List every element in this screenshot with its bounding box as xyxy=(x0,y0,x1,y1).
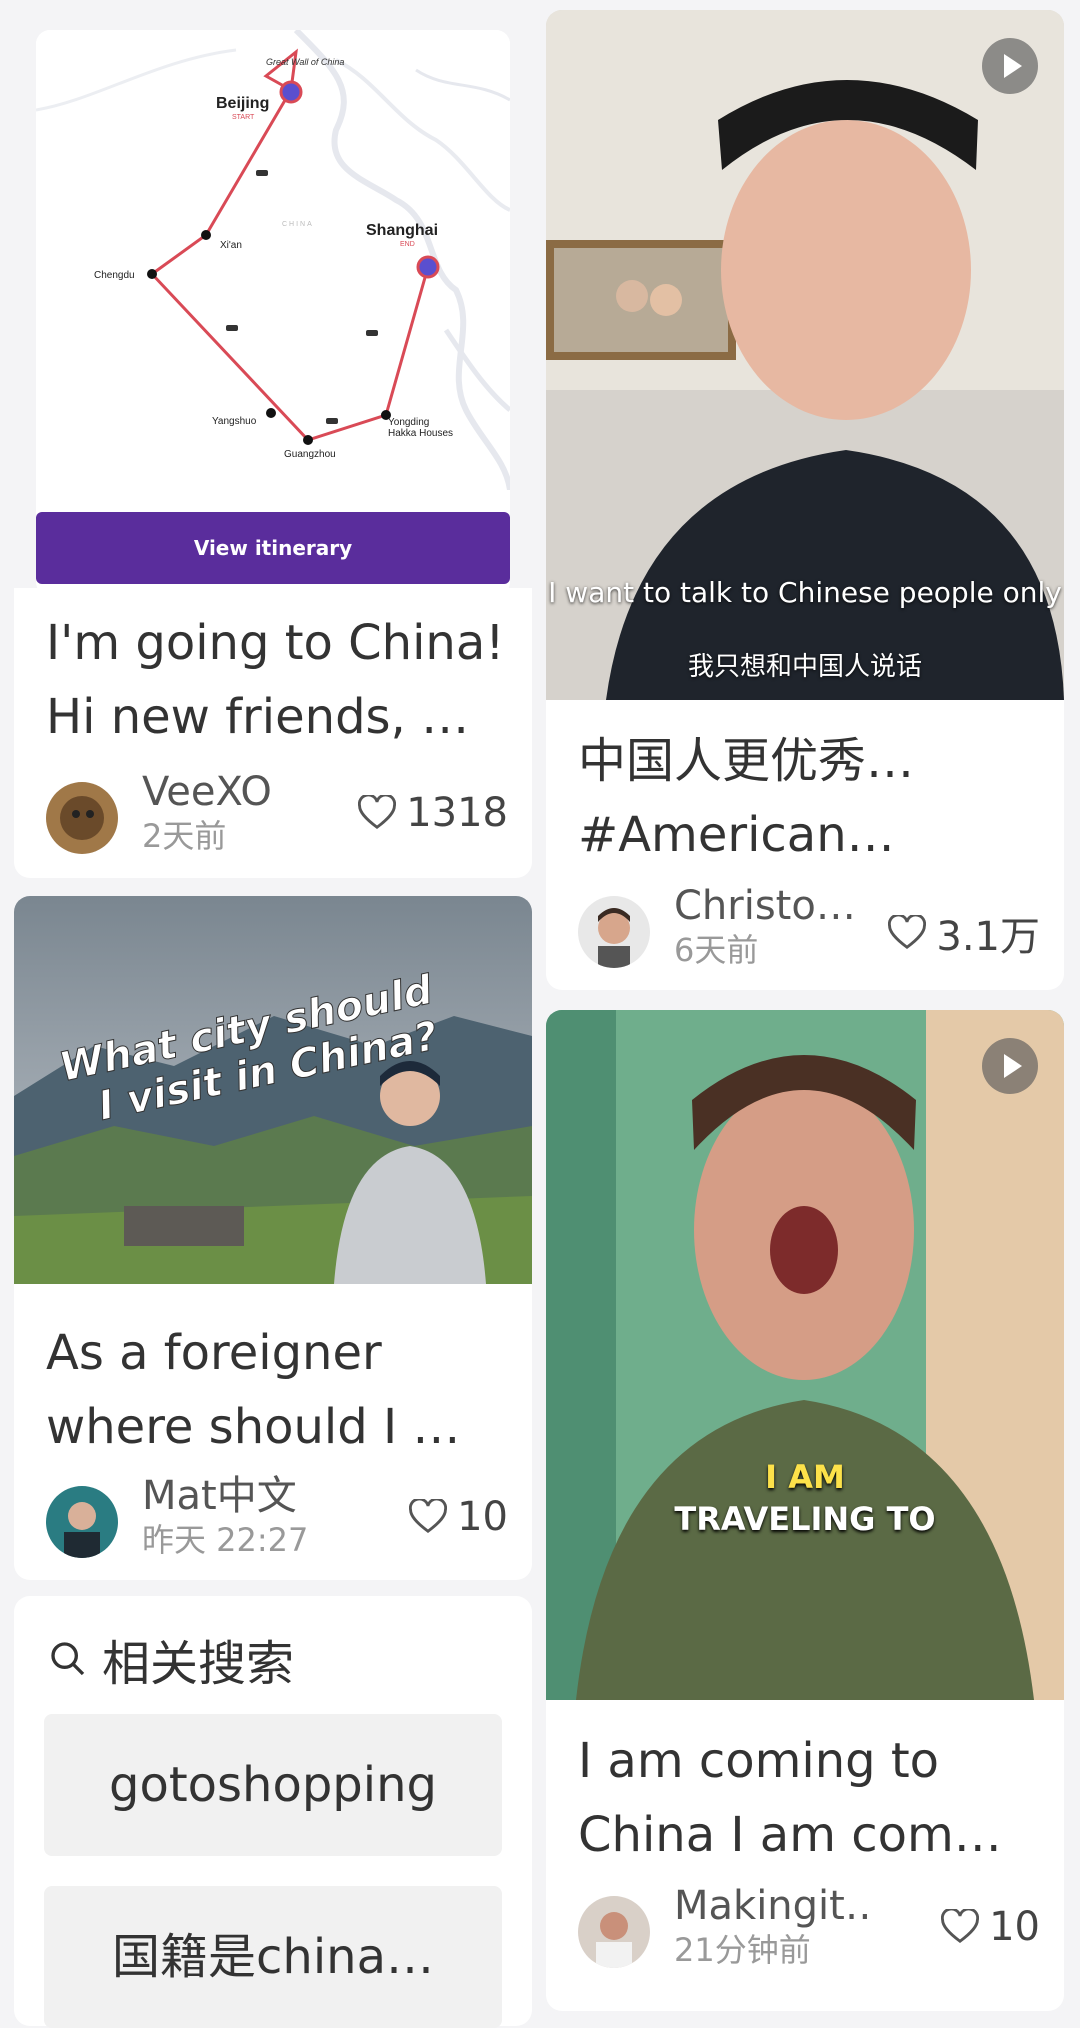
map-label-guangzhou: Guangzhou xyxy=(284,449,336,460)
post-title[interactable]: 中国人更优秀…#American… xyxy=(578,724,1040,872)
like-count: 1318 xyxy=(406,790,508,836)
related-search-label: 相关搜索 xyxy=(102,1636,295,1692)
map-label-chengdu: Chengdu xyxy=(94,270,135,281)
related-search-heading: 相关搜索 xyxy=(48,1624,294,1694)
post-title[interactable]: I am coming to China I am com… xyxy=(578,1724,1040,1872)
author-name[interactable]: Christo… xyxy=(674,882,856,930)
video-caption-line2: TRAVELING TO xyxy=(674,1500,936,1538)
post-meta: Mat中文 昨天 22:27 10 xyxy=(46,1473,508,1560)
map-label-xian: Xi'an xyxy=(220,240,242,251)
video-caption-line1: I AM xyxy=(765,1458,845,1496)
map-label-yongding: Yongding xyxy=(388,417,429,428)
post-cover-video: I AM TRAVELING TO xyxy=(546,1010,1064,1700)
post-time: 2天前 xyxy=(142,817,227,855)
map-label-end: END xyxy=(400,241,415,248)
avatar[interactable] xyxy=(46,782,118,854)
heart-icon xyxy=(358,795,397,830)
related-search-card: 相关搜索 gotoshopping 国籍是china… xyxy=(14,1596,532,2028)
map-label-great-wall: Great Wall of China xyxy=(266,57,344,67)
heart-icon xyxy=(941,1909,980,1944)
play-icon[interactable] xyxy=(982,38,1038,94)
post-title[interactable]: As a foreigner where should I … xyxy=(46,1316,508,1464)
like-button[interactable]: 10 xyxy=(409,1494,508,1540)
post-title[interactable]: I'm going to China! Hi new friends, … xyxy=(46,606,508,754)
feed-card-itinerary[interactable]: Great Wall of China Beijing START Shangh… xyxy=(14,0,532,878)
like-button[interactable]: 3.1万 xyxy=(888,904,1040,962)
avatar[interactable] xyxy=(46,1486,118,1558)
post-cover-image: What city should I visit in China? xyxy=(14,896,532,1284)
feed-card-video[interactable]: I AM TRAVELING TO I am coming to China I… xyxy=(546,1010,1064,2011)
view-itinerary-button[interactable]: View itinerary xyxy=(36,512,510,584)
author-name[interactable]: Makingit… xyxy=(674,1882,874,1930)
map-label-china: CHINA xyxy=(282,221,314,228)
heart-icon xyxy=(409,1499,448,1534)
like-count: 10 xyxy=(457,1494,508,1540)
related-search-chip[interactable]: gotoshopping xyxy=(44,1714,502,1856)
video-subtitle-en: I want to talk to Chinese people only xyxy=(548,576,1062,609)
like-count: 10 xyxy=(989,1904,1040,1950)
map-stop-beijing xyxy=(279,80,303,104)
video-subtitle-zh: 我只想和中国人说话 xyxy=(687,652,922,682)
like-button[interactable]: 1318 xyxy=(358,790,508,836)
post-time: 昨天 22:27 xyxy=(142,1521,309,1559)
map-label-beijing: Beijing xyxy=(216,95,269,112)
avatar[interactable] xyxy=(578,1896,650,1968)
play-icon[interactable] xyxy=(982,1038,1038,1094)
card-body: I'm going to China! Hi new friends, … Ve… xyxy=(14,588,532,878)
post-meta: Makingit… 21分钟前 10 xyxy=(578,1883,1040,1970)
feed-card-video[interactable]: I want to talk to Chinese people only 我只… xyxy=(546,10,1064,990)
avatar[interactable] xyxy=(578,896,650,968)
heart-icon xyxy=(888,915,927,950)
post-time: 6天前 xyxy=(674,931,759,969)
like-button[interactable]: 10 xyxy=(941,1904,1040,1950)
post-meta: VeeXO 2天前 1318 xyxy=(46,769,508,856)
map-label-start: START xyxy=(232,114,255,121)
like-count: 3.1万 xyxy=(936,914,1040,960)
map-label-hakka: Hakka Houses xyxy=(388,428,453,439)
post-time: 21分钟前 xyxy=(674,1931,811,1969)
post-meta: Christo… 6天前 3.1万 xyxy=(578,883,1040,970)
map-stop-shanghai xyxy=(416,255,440,279)
itinerary-map: Great Wall of China Beijing START Shangh… xyxy=(36,30,510,596)
author-name[interactable]: Mat中文 xyxy=(142,1472,297,1520)
map-label-yangshuo: Yangshuo xyxy=(212,416,257,427)
search-icon xyxy=(51,1642,85,1676)
author-name[interactable]: VeeXO xyxy=(142,768,272,816)
related-search-chip[interactable]: 国籍是china… xyxy=(44,1886,502,2028)
post-cover-video: I want to talk to Chinese people only 我只… xyxy=(546,10,1064,700)
feed-card-photo[interactable]: What city should I visit in China? As a … xyxy=(14,896,532,1580)
map-label-shanghai: Shanghai xyxy=(366,222,438,239)
